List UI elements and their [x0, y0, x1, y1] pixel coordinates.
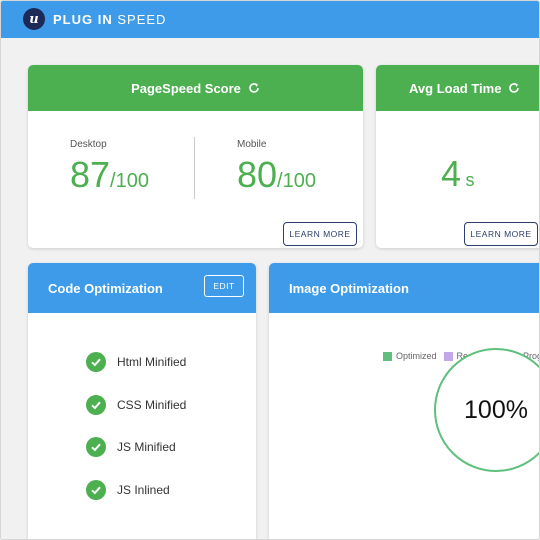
refresh-icon[interactable]	[508, 82, 520, 94]
optimization-donut: 100%	[434, 348, 539, 472]
image-optimization-header: Image Optimization	[269, 263, 539, 313]
refresh-icon[interactable]	[248, 82, 260, 94]
app-window: u PLUG IN SPEED PageSpeed Score Desktop …	[0, 0, 540, 540]
check-icon	[86, 480, 106, 500]
check-label: CSS Minified	[117, 398, 187, 412]
brand-light: SPEED	[117, 12, 167, 27]
list-item: JS Minified	[86, 437, 176, 457]
brand-bold: PLUG IN	[53, 12, 113, 27]
check-label: JS Inlined	[117, 483, 170, 497]
code-optimization-card: Code Optimization EDIT Html Minified CSS…	[28, 263, 256, 539]
list-item: CSS Minified	[86, 395, 186, 415]
pagespeed-header: PageSpeed Score	[28, 65, 363, 111]
image-optimization-title: Image Optimization	[289, 280, 409, 296]
desktop-score: Desktop 87/100	[70, 139, 149, 196]
desktop-label: Desktop	[70, 139, 107, 150]
pagespeed-title: PageSpeed Score	[131, 80, 241, 96]
legend-label: Optimized	[396, 351, 437, 361]
load-time-number: 4	[441, 153, 462, 194]
top-bar: u PLUG IN SPEED	[1, 1, 539, 38]
check-label: Html Minified	[117, 355, 187, 369]
edit-button[interactable]: EDIT	[204, 275, 244, 297]
mobile-label: Mobile	[237, 139, 267, 150]
code-optimization-title: Code Optimization	[48, 280, 163, 296]
check-label: JS Minified	[117, 440, 176, 454]
desktop-score-max: /100	[110, 170, 149, 192]
legend-swatch	[383, 351, 392, 361]
load-time-learn-more-button[interactable]: LEARN MORE	[464, 222, 538, 246]
mobile-score-max: /100	[277, 170, 316, 192]
legend-item-optimized[interactable]: Optimized	[383, 351, 437, 361]
load-time-card: Avg Load Time 4 s LEARN MORE	[376, 65, 539, 248]
brand-name: PLUG IN SPEED	[53, 12, 166, 27]
load-time-title: Avg Load Time	[409, 80, 502, 96]
mobile-score: Mobile 80/100	[237, 139, 316, 196]
desktop-score-value: 87	[70, 154, 111, 195]
load-time-header: Avg Load Time	[376, 65, 539, 111]
mobile-score-value: 80	[237, 154, 278, 195]
optimization-percent: 100%	[464, 395, 528, 424]
list-item: Html Minified	[86, 352, 186, 372]
score-divider	[194, 137, 195, 199]
legend-swatch	[443, 351, 453, 361]
image-optimization-card: Image Optimization Optimized Restored In…	[269, 263, 539, 539]
check-icon	[86, 352, 106, 372]
check-icon	[86, 395, 106, 415]
code-optimization-header: Code Optimization EDIT	[28, 263, 256, 313]
load-time-value: 4 s	[441, 153, 474, 195]
pagespeed-learn-more-button[interactable]: LEARN MORE	[283, 222, 357, 246]
check-icon	[86, 437, 106, 457]
logo-icon: u	[23, 8, 45, 30]
pagespeed-card: PageSpeed Score Desktop 87/100 Mobile 80…	[28, 65, 363, 248]
load-time-unit: s	[465, 170, 475, 190]
list-item: JS Inlined	[86, 480, 170, 500]
